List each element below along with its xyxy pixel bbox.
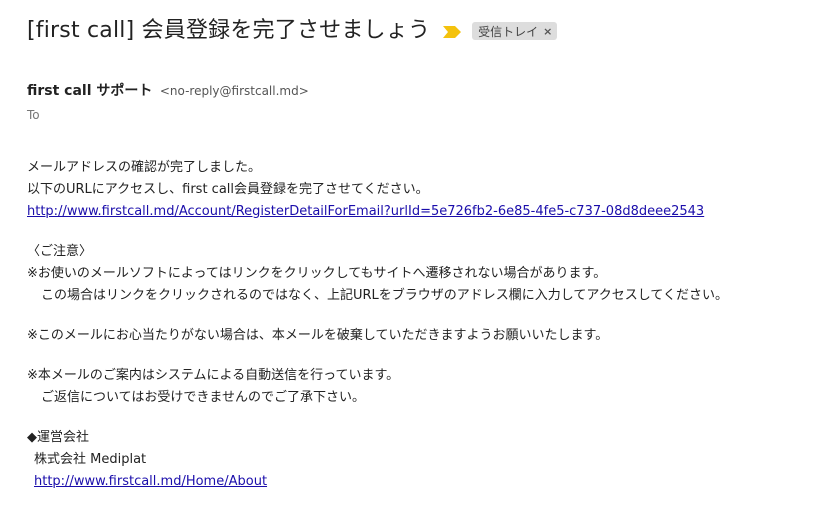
to-label: To xyxy=(27,108,40,122)
company-link-line: http://www.firstcall.md/Home/About xyxy=(27,471,832,493)
close-icon[interactable]: × xyxy=(543,25,552,38)
company-heading: ◆運営会社 xyxy=(27,430,89,445)
register-link-line: http://www.firstcall.md/Account/Register… xyxy=(27,201,832,223)
notice-2: ※このメールにお心当たりがない場合は、本メールを破棄していただきますようお願いい… xyxy=(27,328,609,343)
notice-3-continued: ご返信についてはお受けできませんのでご了承下さい。 xyxy=(41,390,365,405)
notice-1: ※お使いのメールソフトによってはリンクをクリックしてもサイトへ遷移されない場合が… xyxy=(27,266,607,281)
recipient-row[interactable]: To xyxy=(27,106,40,124)
company-link[interactable]: http://www.firstcall.md/Home/About xyxy=(34,474,267,489)
label-chip-text: 受信トレイ xyxy=(478,24,539,39)
notice-heading: 〈ご注意〉 xyxy=(27,244,93,259)
notice-1-continued: この場合はリンクをクリックされるのではなく、上記URLをブラウザのアドレス欄に入… xyxy=(41,288,728,303)
sender-name[interactable]: first call サポート xyxy=(27,83,152,99)
email-subject: [first call] 会員登録を完了させましょう xyxy=(27,18,431,43)
importance-marker-shape xyxy=(443,26,462,38)
register-link[interactable]: http://www.firstcall.md/Account/Register… xyxy=(27,204,704,219)
label-chip-inbox[interactable]: 受信トレイ × xyxy=(472,22,558,40)
notice-3: ※本メールのご案内はシステムによる自動送信を行っています。 xyxy=(27,368,400,383)
email-view: [first call] 会員登録を完了させましょう 受信トレイ × first… xyxy=(0,0,839,512)
email-body: メールアドレスの確認が完了しました。 以下のURLにアクセスし、first ca… xyxy=(27,157,832,493)
subject-row: [first call] 会員登録を完了させましょう 受信トレイ × xyxy=(27,16,558,46)
body-line-instruction: 以下のURLにアクセスし、first call会員登録を完了させてください。 xyxy=(27,182,429,197)
body-line-confirmation: メールアドレスの確認が完了しました。 xyxy=(27,160,262,175)
importance-marker-icon[interactable] xyxy=(442,24,462,38)
company-name: 株式会社 Mediplat xyxy=(34,452,147,467)
sender-email: <no-reply@firstcall.md> xyxy=(159,84,309,98)
sender-row: first call サポート <no-reply@firstcall.md> xyxy=(27,81,309,101)
